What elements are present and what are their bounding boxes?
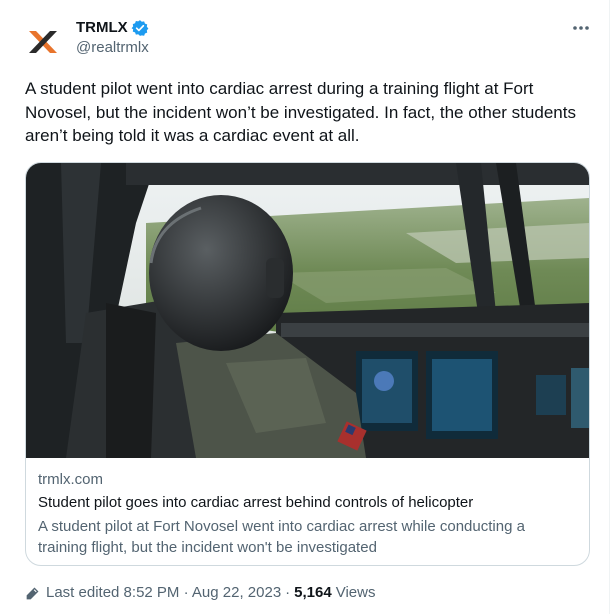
author-handle[interactable]: @realtrmlx bbox=[76, 38, 149, 58]
tweet-card: TRMLX @realtrmlx A student pilot went in… bbox=[0, 0, 610, 614]
edited-timestamp-link[interactable]: Last edited 8:52 PM · Aug 22, 2023 bbox=[46, 583, 281, 603]
trmlx-logo-icon bbox=[29, 31, 57, 53]
link-preview-card[interactable]: trmlx.com Student pilot goes into cardia… bbox=[25, 162, 590, 566]
link-title[interactable]: Student pilot goes into cardiac arrest b… bbox=[38, 493, 578, 513]
verified-badge-icon bbox=[131, 20, 149, 36]
footer-separator: · bbox=[285, 584, 291, 601]
link-description: A student pilot at Fort Novosel went int… bbox=[38, 518, 525, 556]
more-options-button[interactable] bbox=[570, 20, 592, 36]
link-meta: trmlx.com Student pilot goes into cardia… bbox=[38, 470, 578, 558]
views-label: Views bbox=[335, 584, 376, 601]
tweet-text: A student pilot went into cardiac arrest… bbox=[25, 79, 576, 145]
author-name[interactable]: TRMLX bbox=[76, 18, 128, 38]
views-count: 5,164 bbox=[294, 584, 332, 601]
avatar[interactable] bbox=[25, 22, 65, 62]
helicopter-cockpit-photo[interactable] bbox=[26, 163, 589, 458]
more-dots-icon bbox=[573, 26, 589, 30]
pencil-edit-icon bbox=[26, 587, 39, 600]
author-name-row[interactable]: TRMLX bbox=[76, 18, 149, 38]
tweet-footer: Last edited 8:52 PM · Aug 22, 2023 · 5,1… bbox=[25, 583, 375, 603]
link-domain: trmlx.com bbox=[38, 471, 103, 488]
